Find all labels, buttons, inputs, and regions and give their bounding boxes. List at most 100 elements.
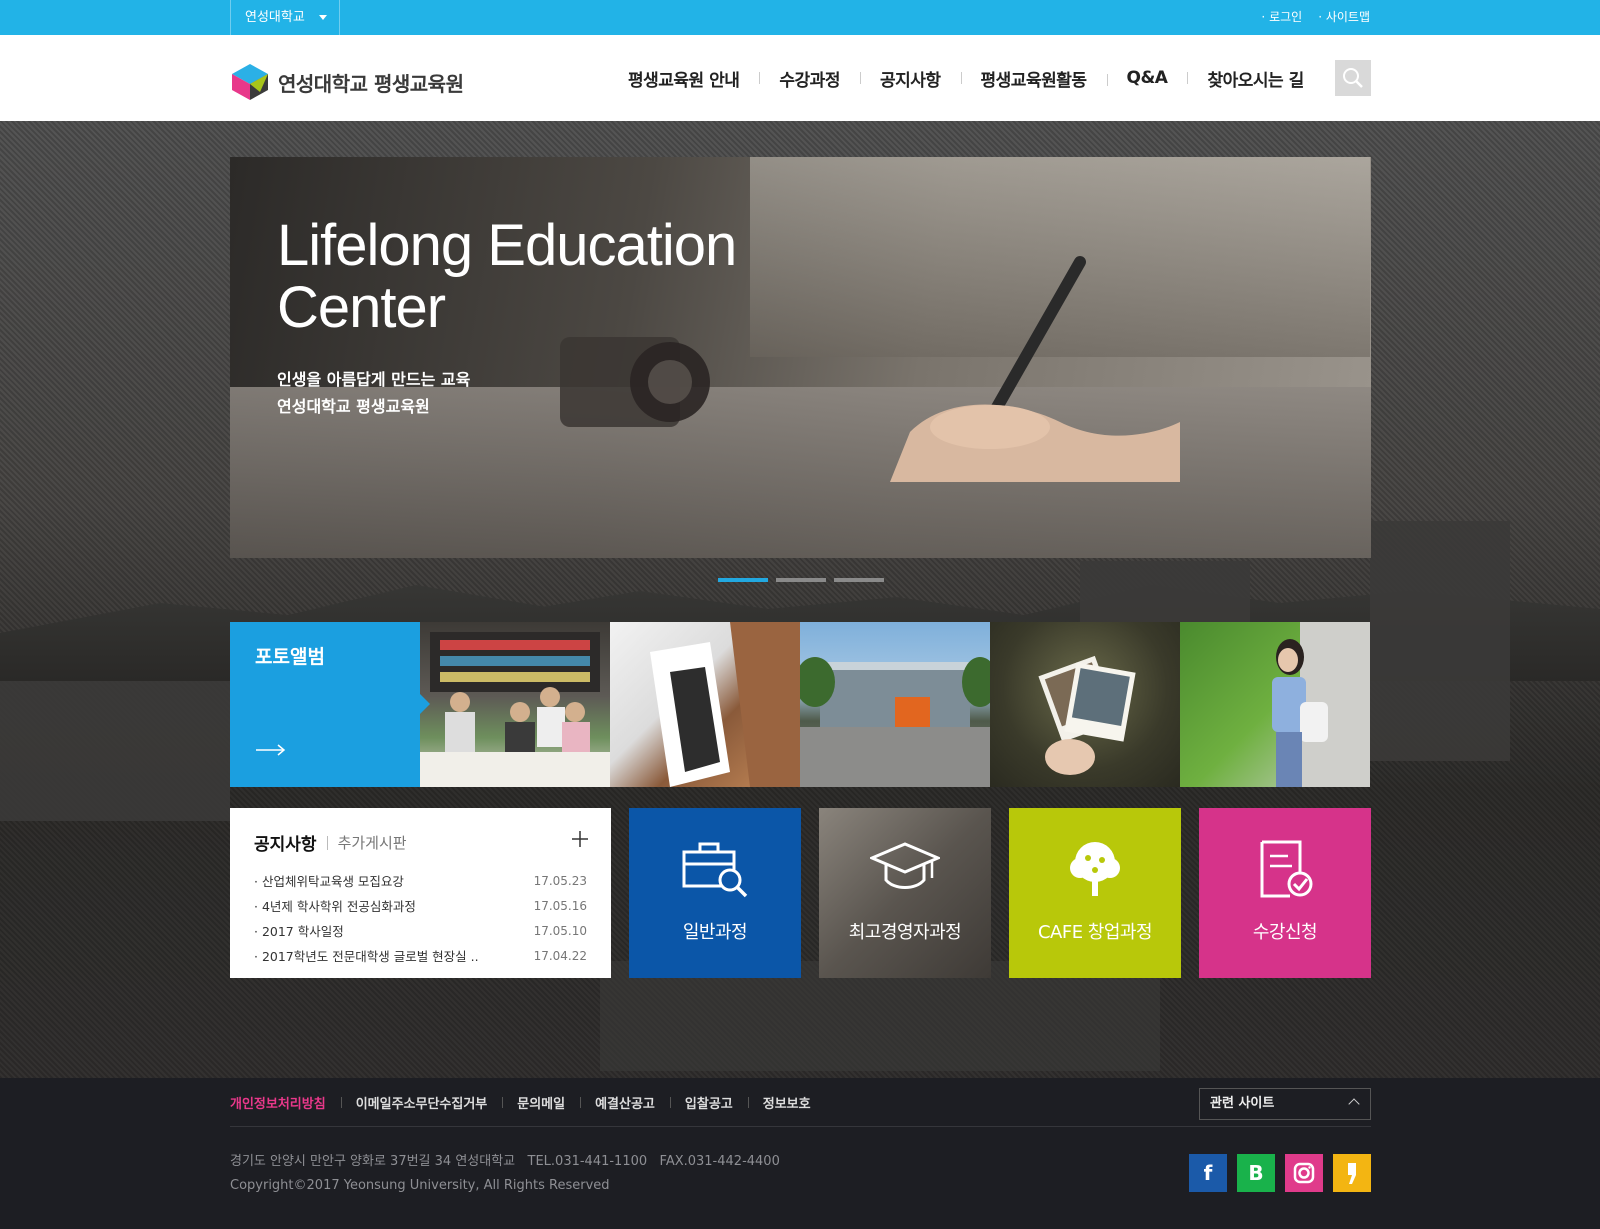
- main-nav: 평생교육원 안내 수강과정 공지사항 평생교육원활동 Q&A 찾아오시는 길: [608, 35, 1324, 121]
- quick-tile-general-course[interactable]: 일반과정: [629, 808, 801, 978]
- background-building: [1370, 521, 1510, 761]
- quick-tile-label: 수강신청: [1252, 922, 1318, 943]
- instagram-glyph: [1293, 1162, 1315, 1184]
- notice-item[interactable]: 4년제 학사학위 전공심화과정 17.05.16: [254, 894, 587, 919]
- nav-item-activities[interactable]: 평생교육원활동: [960, 66, 1107, 91]
- hand-with-stylus-image: [890, 256, 1180, 482]
- nav-item-qna[interactable]: Q&A: [1106, 68, 1188, 88]
- hero-subtitle: 인생을 아름답게 만드는 교육 연성대학교 평생교육원: [277, 366, 470, 420]
- album-photo-building[interactable]: [795, 622, 998, 787]
- university-select[interactable]: 연성대학교: [230, 0, 340, 35]
- related-sites-label: 관련 사이트: [1210, 1096, 1275, 1111]
- footer-links: 개인정보처리방침 이메일주소무단수집거부 문의메일 예결산공고 입찰공고 정보보…: [230, 1093, 826, 1112]
- related-sites-select[interactable]: 관련 사이트: [1199, 1088, 1371, 1120]
- slider-pagination: [718, 578, 884, 582]
- notice-item-title: 2017학년도 전문대학생 글로벌 현장실 ..: [254, 944, 479, 969]
- notice-item-date: 17.05.23: [533, 874, 587, 888]
- university-select-label: 연성대학교: [245, 10, 305, 25]
- plus-icon[interactable]: [571, 830, 589, 848]
- quick-tile-label: 일반과정: [682, 922, 748, 943]
- footer-address-block: 경기도 안양시 만안구 양화로 37번길 34 연성대학교 TEL.031-44…: [230, 1150, 780, 1198]
- hero-subtitle-line1: 인생을 아름답게 만드는 교육: [277, 370, 471, 389]
- extra-board-tab[interactable]: 추가게시판: [338, 832, 407, 853]
- notice-item-title: 2017 학사일정: [254, 919, 344, 944]
- footer-copyright: Copyright©2017 Yeonsung University, All …: [230, 1178, 610, 1193]
- building-photo: [795, 657, 998, 787]
- quick-tile-label: 최고경영자과정: [848, 922, 962, 943]
- quick-tile-executive-course[interactable]: 최고경영자과정: [819, 808, 991, 978]
- footer-divider: [230, 1126, 1371, 1127]
- notice-board: 공지사항 추가게시판 산업체위탁교육생 모집요강 17.05.23 4년제 학사…: [230, 808, 611, 978]
- notice-item-date: 17.05.16: [533, 899, 587, 913]
- kakao-story-icon[interactable]: [1333, 1154, 1371, 1192]
- notice-list: 산업체위탁교육생 모집요강 17.05.23 4년제 학사학위 전공심화과정 1…: [254, 869, 587, 969]
- kakao-story-glyph: [1348, 1163, 1356, 1184]
- hero-title-line1: Lifelong Education: [277, 213, 737, 278]
- login-link[interactable]: 로그인: [1261, 0, 1302, 35]
- site-header: 연성대학교 평생교육원 평생교육원 안내 수강과정 공지사항 평생교육원활동 Q…: [0, 35, 1600, 121]
- album-photo-stairs[interactable]: [610, 622, 800, 787]
- footer-link-bidding[interactable]: 입찰공고: [669, 1093, 748, 1112]
- notice-item[interactable]: 산업체위탁교육생 모집요강 17.05.23: [254, 869, 587, 894]
- hero-title: Lifelong Education Center: [277, 213, 737, 340]
- logo-cube-icon: [232, 64, 268, 100]
- notice-item[interactable]: 2017 학사일정 17.05.10: [254, 919, 587, 944]
- tree-icon: [1070, 842, 1120, 896]
- hero-title-line2: Center: [277, 275, 446, 340]
- graduation-cap-icon: [870, 842, 940, 889]
- nav-item-directions[interactable]: 찾아오시는 길: [1187, 66, 1323, 91]
- facebook-icon[interactable]: f: [1189, 1154, 1227, 1192]
- footer-link-security[interactable]: 정보보호: [747, 1093, 826, 1112]
- caret-down-icon: [319, 15, 327, 20]
- hero-subtitle-line2: 연성대학교 평생교육원: [277, 397, 430, 416]
- notice-item-date: 17.05.10: [533, 924, 587, 938]
- nav-item-notice[interactable]: 공지사항: [859, 66, 961, 91]
- slider-dot-2[interactable]: [776, 578, 826, 582]
- site-footer: 개인정보처리방침 이메일주소무단수집거부 문의메일 예결산공고 입찰공고 정보보…: [0, 1078, 1600, 1229]
- arrow-right-icon: [256, 744, 286, 756]
- notice-item-date: 17.04.22: [533, 949, 587, 963]
- photo-album: 포토앨범: [230, 622, 1371, 787]
- logo-text: 연성대학교 평생교육원: [278, 71, 464, 96]
- social-links: f B: [1189, 1154, 1371, 1192]
- divider: [326, 835, 328, 850]
- utility-links: 로그인 사이트맵: [1261, 0, 1370, 35]
- site-logo[interactable]: 연성대학교 평생교육원: [230, 62, 464, 102]
- footer-link-privacy[interactable]: 개인정보처리방침: [230, 1093, 341, 1112]
- background-building: [0, 681, 230, 821]
- nav-item-courses[interactable]: 수강과정: [759, 66, 860, 91]
- footer-link-budget[interactable]: 예결산공고: [580, 1093, 670, 1112]
- document-check-icon: [1260, 840, 1313, 898]
- instagram-icon[interactable]: [1285, 1154, 1323, 1192]
- search-icon: [1343, 68, 1363, 88]
- chevron-up-icon: [1348, 1098, 1360, 1110]
- quick-tile-label: CAFE 창업과정: [1037, 922, 1153, 943]
- sitemap-link[interactable]: 사이트맵: [1318, 0, 1370, 35]
- notice-item-title: 산업체위탁교육생 모집요강: [254, 869, 404, 894]
- notice-tab[interactable]: 공지사항: [254, 830, 317, 855]
- album-photo-students[interactable]: [420, 622, 610, 787]
- woman-photo: [1272, 622, 1370, 787]
- album-photo-polaroids[interactable]: [990, 622, 1180, 787]
- quick-tile-registration[interactable]: 수강신청: [1199, 808, 1371, 978]
- briefcase-search-icon: [682, 842, 748, 898]
- nav-item-about[interactable]: 평생교육원 안내: [608, 66, 759, 91]
- quick-tile-cafe-startup[interactable]: CAFE 창업과정: [1009, 808, 1181, 978]
- search-button[interactable]: [1335, 60, 1371, 96]
- hero-banner[interactable]: Lifelong Education Center 인생을 아름답게 만드는 교…: [230, 157, 1371, 558]
- stairs-photo: [650, 622, 800, 787]
- slider-dot-1[interactable]: [718, 578, 768, 582]
- photo-album-header[interactable]: 포토앨범: [230, 622, 430, 787]
- polaroids-photo: [1038, 655, 1136, 775]
- students-photo: [420, 632, 610, 787]
- top-utility-bar: 연성대학교 로그인 사이트맵: [0, 0, 1600, 35]
- notice-item[interactable]: 2017학년도 전문대학생 글로벌 현장실 .. 17.04.22: [254, 944, 587, 969]
- album-photo-woman[interactable]: [1180, 622, 1370, 787]
- slider-dot-3[interactable]: [834, 578, 884, 582]
- footer-link-email-refusal[interactable]: 이메일주소무단수집거부: [340, 1093, 503, 1112]
- footer-link-contact-mail[interactable]: 문의메일: [502, 1093, 580, 1112]
- footer-address: 경기도 안양시 만안구 양화로 37번길 34 연성대학교 TEL.031-44…: [230, 1154, 780, 1169]
- notice-item-title: 4년제 학사학위 전공심화과정: [254, 894, 416, 919]
- notice-header: 공지사항 추가게시판: [254, 830, 589, 855]
- blog-icon[interactable]: B: [1237, 1154, 1275, 1192]
